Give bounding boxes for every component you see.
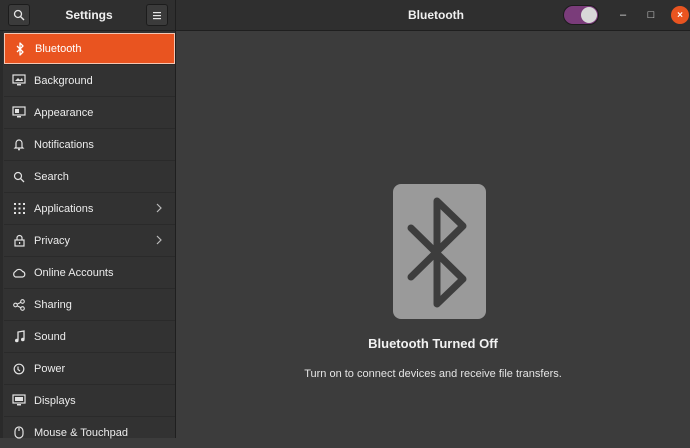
sidebar-item-label: Background	[34, 74, 93, 87]
sidebar-item-label: Appearance	[34, 106, 94, 119]
search-button[interactable]	[8, 4, 30, 26]
sidebar-item-label: Bluetooth	[35, 42, 82, 55]
bluetooth-disabled-icon	[393, 184, 486, 319]
sidebar-header: Settings	[0, 0, 176, 30]
grid-icon	[12, 202, 26, 216]
cloud-icon	[12, 266, 26, 280]
minimize-icon: –	[619, 9, 627, 21]
sidebar-item-search[interactable]: Search	[4, 161, 175, 192]
hamburger-icon	[153, 11, 161, 19]
page-title: Bluetooth	[408, 8, 464, 22]
bluetooth-toggle[interactable]	[563, 5, 599, 25]
menu-button[interactable]	[146, 4, 168, 26]
status-title: Bluetooth Turned Off	[368, 336, 498, 351]
sidebar-item-label: Sharing	[34, 298, 72, 311]
sidebar-item-label: Power	[34, 362, 66, 375]
lock-icon	[12, 234, 26, 248]
music-note-icon	[12, 330, 26, 344]
chevron-right-icon	[156, 203, 162, 213]
sidebar-item-label: Notifications	[34, 138, 94, 151]
sidebar-edge	[0, 31, 3, 438]
sidebar-item-notifications[interactable]: Notifications	[4, 129, 175, 160]
bell-icon	[12, 138, 26, 152]
sidebar-item-label: Online Accounts	[34, 266, 114, 279]
minimize-button[interactable]: –	[614, 6, 632, 24]
sidebar-item-sound[interactable]: Sound	[4, 321, 175, 352]
sidebar-item-privacy[interactable]: Privacy	[4, 225, 175, 256]
display-icon	[12, 394, 26, 408]
sidebar-item-power[interactable]: Power	[4, 353, 175, 384]
status-description: Turn on to connect devices and receive f…	[304, 368, 562, 380]
sidebar-item-displays[interactable]: Displays	[4, 385, 175, 416]
maximize-button[interactable]: □	[642, 6, 660, 24]
mouse-icon	[12, 426, 26, 440]
sidebar-item-mouse-touchpad[interactable]: Mouse & Touchpad	[4, 417, 175, 448]
close-button[interactable]: ×	[671, 6, 689, 24]
sidebar-item-label: Mouse & Touchpad	[34, 426, 128, 439]
sidebar-item-applications[interactable]: Applications	[4, 193, 175, 224]
monitor-icon	[12, 74, 26, 88]
sidebar-item-background[interactable]: Background	[4, 65, 175, 96]
sidebar-item-label: Sound	[34, 330, 66, 343]
sidebar-item-appearance[interactable]: Appearance	[4, 97, 175, 128]
power-icon	[12, 362, 26, 376]
appearance-icon	[12, 106, 26, 120]
sidebar-item-label: Privacy	[34, 234, 71, 247]
settings-title: Settings	[65, 8, 113, 22]
sidebar-item-online-accounts[interactable]: Online Accounts	[4, 257, 175, 288]
close-icon: ×	[677, 9, 683, 21]
share-icon	[12, 298, 26, 312]
sidebar-item-label: Displays	[34, 394, 76, 407]
search-icon	[13, 9, 25, 21]
sidebar-item-sharing[interactable]: Sharing	[4, 289, 175, 320]
search-icon	[12, 170, 26, 184]
sidebar-item-bluetooth[interactable]: Bluetooth	[4, 33, 175, 64]
sidebar-item-label: Search	[34, 170, 69, 183]
header-bar: Settings Bluetooth – □ ×	[0, 0, 690, 31]
sidebar-item-label: Applications	[34, 202, 94, 215]
toggle-knob	[581, 7, 597, 23]
maximize-icon: □	[647, 9, 655, 21]
chevron-right-icon	[156, 235, 162, 245]
bluetooth-icon	[13, 41, 27, 56]
